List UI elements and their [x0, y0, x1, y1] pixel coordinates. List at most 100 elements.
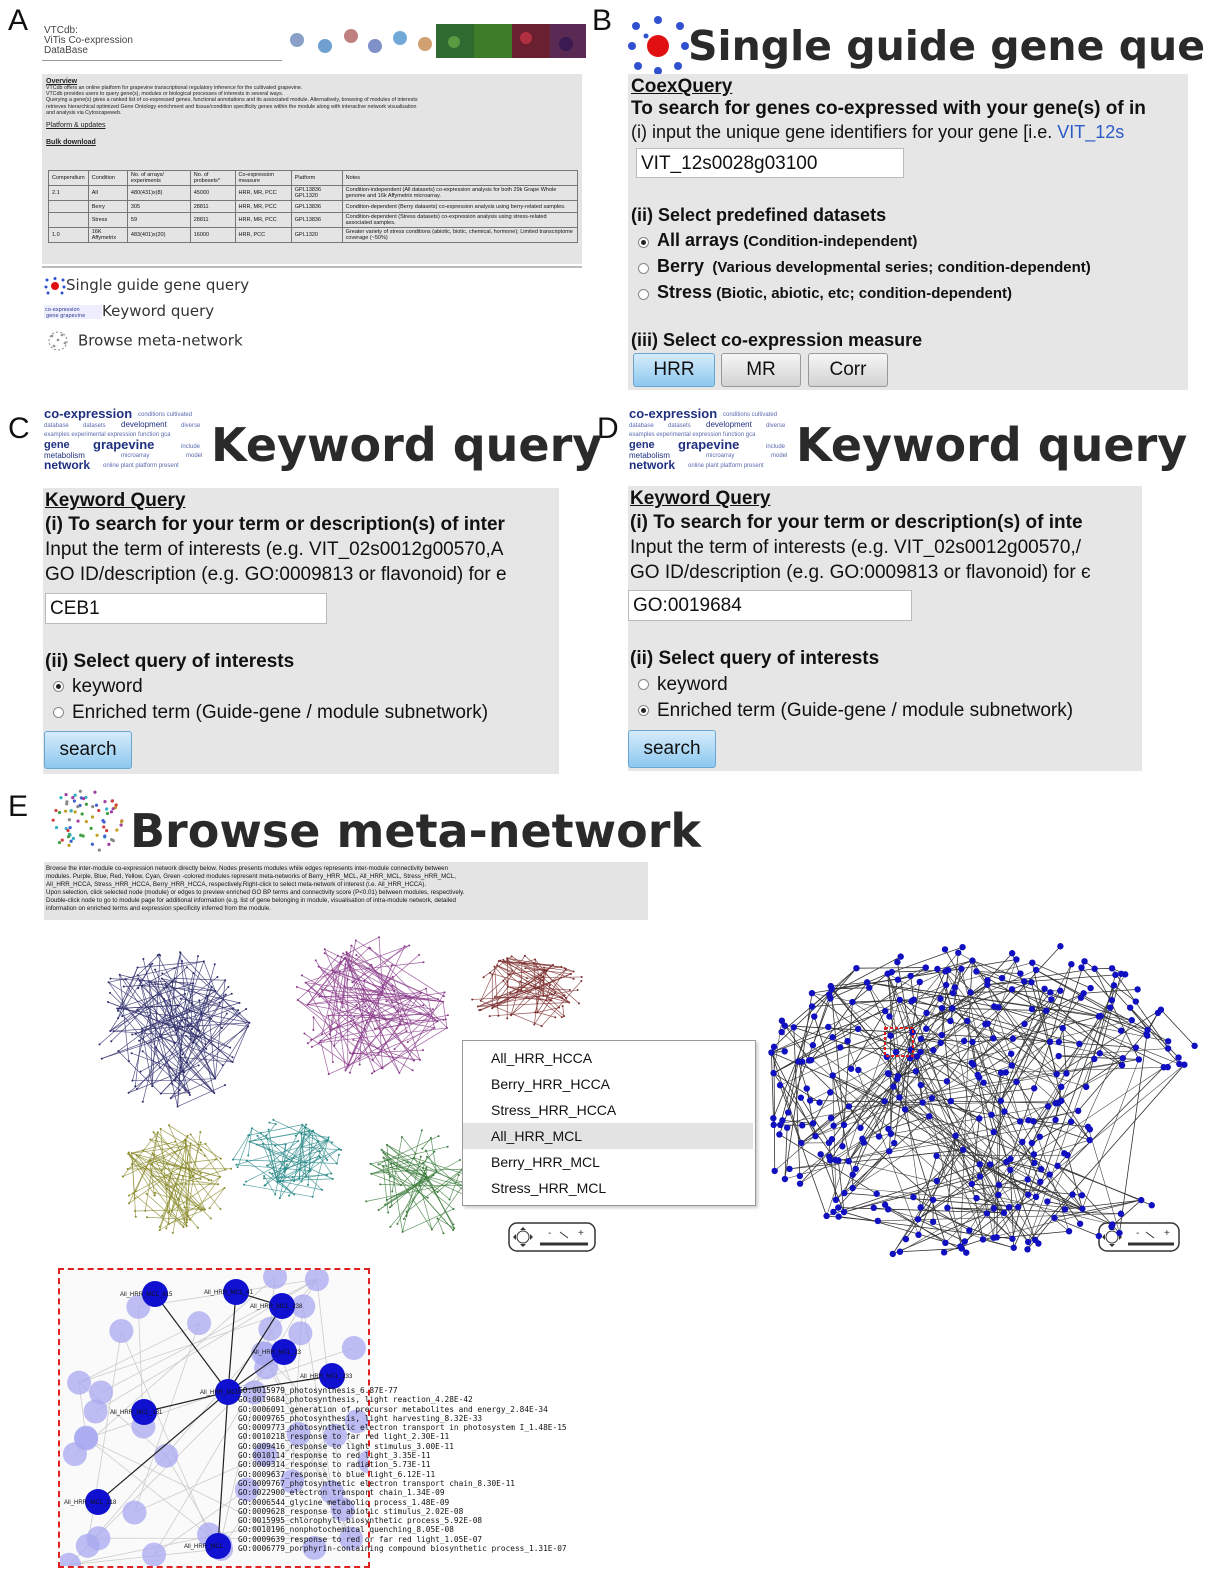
module-node[interactable] [809, 1120, 817, 1127]
module-node[interactable] [839, 1143, 846, 1150]
module-node[interactable] [796, 1180, 804, 1187]
module-node[interactable] [1078, 1192, 1086, 1199]
radio-button[interactable] [638, 288, 649, 300]
module-node[interactable] [812, 1132, 819, 1140]
module-node[interactable] [1053, 1070, 1060, 1078]
module-node[interactable] [976, 1115, 983, 1122]
module-node[interactable] [917, 1048, 924, 1056]
module-node[interactable] [1191, 1042, 1198, 1050]
module-node[interactable] [991, 1003, 998, 1010]
module-node[interactable] [1001, 1108, 1008, 1115]
module-node[interactable] [1116, 1229, 1123, 1237]
module-node[interactable] [993, 1234, 1000, 1241]
module-node[interactable] [1024, 1246, 1031, 1253]
module-node[interactable] [1019, 1138, 1026, 1146]
module-node[interactable] [949, 989, 957, 997]
menu-item-all-hrr-mcl[interactable]: All_HRR_MCL [463, 1123, 753, 1149]
module-node[interactable] [1135, 1056, 1143, 1063]
module-node[interactable] [1086, 1126, 1094, 1133]
module-node[interactable] [1076, 1220, 1084, 1227]
module-node[interactable] [832, 1196, 840, 1204]
module-node[interactable] [938, 1004, 946, 1012]
meta-network-cluster[interactable] [295, 936, 449, 1076]
module-node[interactable] [1063, 1070, 1070, 1077]
search-button[interactable]: search [628, 730, 716, 768]
module-node[interactable] [973, 1194, 980, 1202]
module-node[interactable] [1076, 1040, 1083, 1048]
module-node[interactable] [890, 1083, 897, 1090]
module-node[interactable] [1052, 1116, 1059, 1124]
module-node[interactable] [825, 1023, 832, 1031]
module-node[interactable] [1164, 1063, 1171, 1071]
module-node[interactable] [919, 1099, 926, 1106]
module-node[interactable] [1057, 943, 1064, 950]
module-node[interactable] [770, 1114, 777, 1122]
module-node[interactable] [914, 1216, 922, 1223]
module-node[interactable] [937, 1039, 944, 1047]
radio-button[interactable] [638, 236, 649, 248]
module-node[interactable] [1091, 965, 1098, 972]
module-node[interactable] [1047, 989, 1054, 996]
module-node[interactable] [1042, 1007, 1050, 1014]
module-node[interactable] [829, 1034, 836, 1041]
module-node[interactable] [845, 1103, 853, 1110]
module-node[interactable] [1067, 1118, 1075, 1125]
module-node[interactable] [1132, 998, 1140, 1005]
module-node[interactable] [1035, 1240, 1042, 1247]
meta-network-cluster[interactable] [232, 1118, 343, 1200]
module-node[interactable] [984, 1020, 991, 1027]
module-node[interactable] [929, 1196, 937, 1204]
module-node[interactable] [1078, 964, 1085, 971]
module-node[interactable] [902, 1235, 910, 1243]
module-node[interactable] [1007, 1166, 1014, 1174]
module-node[interactable] [823, 1212, 830, 1220]
module-node[interactable] [1054, 1162, 1061, 1170]
module-node[interactable] [840, 1121, 848, 1129]
hrr-button[interactable]: HRR [633, 353, 715, 387]
module-node[interactable] [1132, 1044, 1140, 1051]
module-node[interactable] [942, 1239, 949, 1247]
module-node[interactable] [1157, 1006, 1165, 1013]
module-node[interactable] [1024, 1238, 1032, 1246]
module-node[interactable] [947, 1097, 955, 1105]
query-option-keyword[interactable]: keyword [53, 676, 143, 698]
module-node[interactable] [976, 1074, 983, 1081]
module-node[interactable] [1108, 997, 1116, 1004]
module-node[interactable] [1134, 986, 1141, 993]
platform-updates-link[interactable]: Platform & updates [46, 122, 576, 129]
query-option-keyword[interactable]: keyword [638, 674, 728, 696]
module-node[interactable] [1008, 986, 1016, 993]
module-node[interactable] [768, 1049, 775, 1056]
module-node[interactable] [923, 1009, 930, 1017]
module-node[interactable] [845, 1157, 852, 1165]
gene-id-input[interactable]: VIT_12s0028g03100 [636, 148, 904, 178]
module-node[interactable] [926, 1113, 933, 1120]
module-node[interactable] [1108, 1223, 1115, 1230]
module-node[interactable] [786, 1165, 793, 1173]
module-node[interactable] [944, 1204, 951, 1212]
radio-button[interactable] [638, 679, 649, 691]
module-node[interactable] [1061, 1206, 1069, 1213]
module-node[interactable] [1032, 1193, 1040, 1201]
module-node[interactable] [912, 1068, 920, 1075]
module-node[interactable] [908, 998, 915, 1005]
module-node[interactable] [1082, 1083, 1090, 1091]
module-node[interactable] [1112, 971, 1119, 979]
module-node[interactable] [849, 1184, 856, 1192]
module-node[interactable] [1009, 1035, 1017, 1042]
module-node[interactable] [889, 1250, 896, 1258]
module-node[interactable] [1118, 1062, 1126, 1069]
module-node[interactable] [809, 1042, 817, 1049]
keyword-input[interactable]: CEB1 [45, 593, 327, 624]
module-node[interactable] [1055, 1038, 1063, 1046]
module-node[interactable] [1148, 1202, 1155, 1209]
query-option-enriched[interactable]: Enriched term (Guide-gene / module subne… [53, 702, 488, 724]
module-node[interactable] [1117, 1027, 1125, 1034]
module-node[interactable] [990, 1035, 997, 1042]
module-node[interactable] [1030, 1118, 1037, 1125]
module-node[interactable] [781, 1175, 789, 1183]
module-node[interactable] [1008, 950, 1016, 957]
module-node[interactable] [841, 1189, 848, 1197]
module-node[interactable] [1007, 1155, 1014, 1163]
module-node[interactable] [1117, 1210, 1125, 1217]
